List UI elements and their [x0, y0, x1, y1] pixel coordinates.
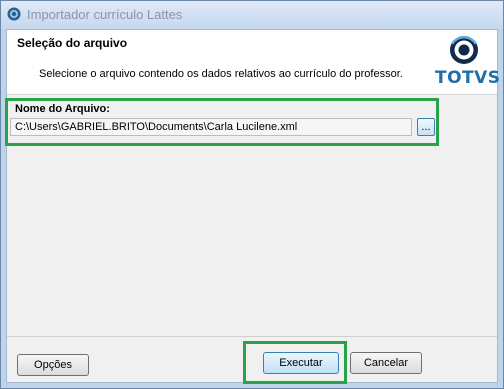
- importer-dialog: Importador currículo Lattes Seleção do a…: [0, 0, 504, 389]
- title-bar: Importador currículo Lattes: [1, 1, 503, 29]
- dialog-body: Seleção do arquivo Selecione o arquivo c…: [5, 29, 501, 384]
- file-path-input[interactable]: [10, 118, 412, 136]
- step-description: Selecione o arquivo contendo os dados re…: [39, 68, 403, 80]
- options-button[interactable]: Opções: [17, 354, 89, 376]
- step-title: Seleção do arquivo: [17, 36, 128, 50]
- app-icon: [7, 7, 21, 21]
- browse-button[interactable]: ...: [417, 118, 435, 136]
- file-name-label: Nome do Arquivo:: [15, 103, 110, 115]
- totvs-logo-icon: [450, 35, 478, 64]
- run-button[interactable]: Executar: [263, 352, 339, 374]
- totvs-logo: TOTVS: [435, 34, 501, 90]
- cancel-button[interactable]: Cancelar: [350, 352, 422, 374]
- wizard-header: Seleção do arquivo Selecione o arquivo c…: [7, 30, 501, 95]
- window-title: Importador currículo Lattes: [27, 7, 183, 22]
- totvs-logo-text: TOTVS: [435, 68, 501, 88]
